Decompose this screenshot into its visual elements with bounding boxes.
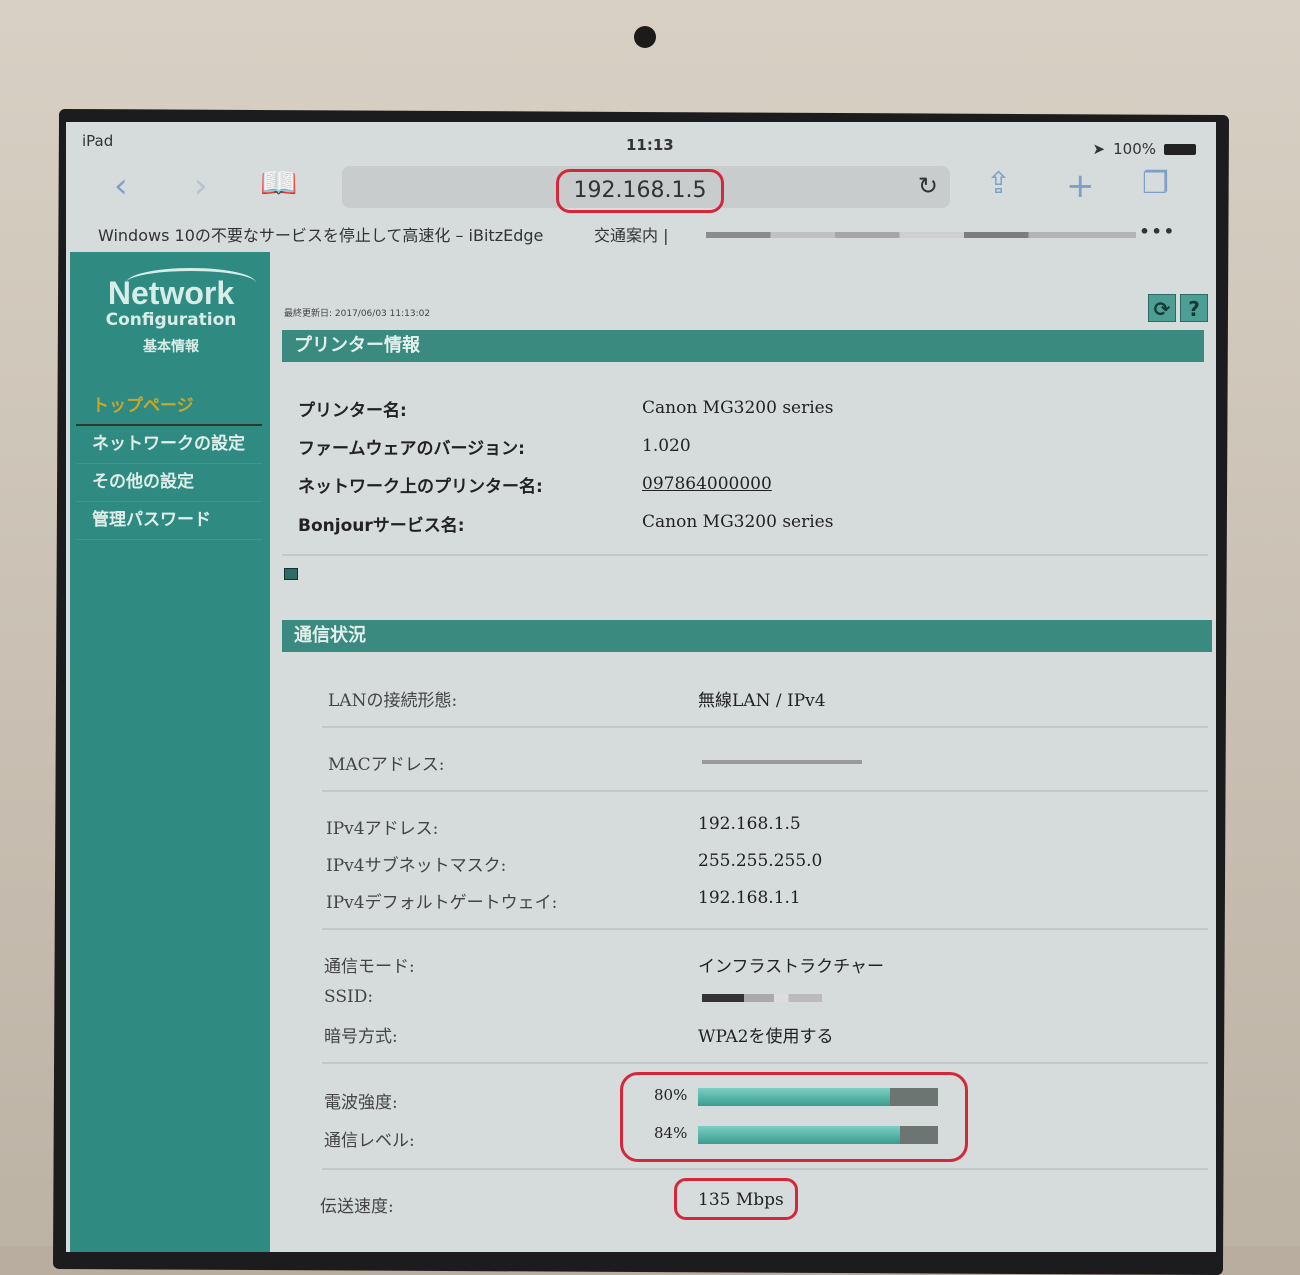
field-label: MACアドレス: [328,755,445,775]
firmware-version: 1.020 [642,436,691,456]
field-label: LANの接続形態: [328,691,458,711]
bonjour-name: Canon MG3200 series [642,512,834,532]
screen: iPad 11:13 ➤ 100% ‹ › 📖 192.168.1.5 ↻ ⇪ +… [66,122,1216,1252]
field-label: Bonjourサービス名: [298,516,465,536]
field-label: ネットワーク上のプリンター名: [298,477,543,497]
ipv4-address: 192.168.1.5 [698,814,801,834]
section-printer-info: プリンター情報 [282,330,1204,362]
bookmark-item[interactable]: Windows 10の不要なサービスを停止して高速化 – iBitzEdge [98,222,543,246]
section-comm-status: 通信状況 [282,620,1212,652]
nav-network-settings[interactable]: ネットワークの設定 [76,426,262,464]
field-label: 通信レベル: [324,1131,415,1151]
nav-admin-password[interactable]: 管理パスワード [76,502,262,540]
field-label: 通信モード: [324,957,415,977]
nav-top-page[interactable]: トップページ [76,388,262,426]
highlight-circle [674,1178,798,1220]
clock: 11:13 [626,136,674,154]
comm-mode: インフラストラクチャー [698,957,884,977]
bookmarks-bar: Windows 10の不要なサービスを停止して高速化 – iBitzEdge 交… [66,218,1216,252]
field-label: SSID: [324,987,374,1007]
field-label: プリンター名: [298,401,407,421]
ssid-redacted [702,994,822,1002]
main-content: 最終更新日: 2017/06/03 11:13:02 ⟳? プリンター情報 プリ… [278,252,1214,1252]
forward-icon[interactable]: › [194,166,208,206]
field-label: 暗号方式: [324,1027,398,1047]
field-label: 伝送速度: [320,1197,394,1217]
bookmark-item[interactable]: 交通案内 | [594,222,668,246]
encryption: WPA2を使用する [698,1027,834,1047]
bookmarks-icon[interactable]: 📖 [260,166,297,201]
battery-icon [1164,143,1196,155]
logo: Network Configuration 基本情報 [96,268,256,356]
lan-type: 無線LAN / IPv4 [698,691,826,711]
field-label: IPv4デフォルトゲートウェイ: [326,893,558,913]
refresh-button[interactable]: ⟳ [1148,294,1176,322]
nav-other-settings[interactable]: その他の設定 [76,464,262,502]
mac-address-redacted [702,760,862,764]
camera [634,26,656,48]
address-bar[interactable]: 192.168.1.5 ↻ [342,166,950,213]
network-printer-name-link[interactable]: 097864000000 [642,474,772,494]
help-button[interactable]: ? [1180,294,1208,322]
location-icon: ➤ [1092,140,1106,158]
status-bar: iPad 11:13 ➤ 100% [66,128,1216,158]
share-icon[interactable]: ⇪ [986,166,1011,201]
battery-percent: 100% [1113,140,1156,158]
sidebar-nav: トップページ ネットワークの設定 その他の設定 管理パスワード [76,388,262,540]
collapse-icon[interactable] [284,568,298,580]
blurred-bookmarks [706,232,1136,238]
browser-toolbar: ‹ › 📖 192.168.1.5 ↻ ⇪ + ❐ [66,158,1216,218]
subnet-mask: 255.255.255.0 [698,851,823,871]
new-tab-icon[interactable]: + [1066,166,1095,206]
default-gateway: 192.168.1.1 [698,888,801,908]
reload-icon[interactable]: ↻ [918,172,938,200]
highlight-circle [620,1072,968,1162]
field-label: IPv4アドレス: [326,819,439,839]
field-label: IPv4サブネットマスク: [326,856,507,876]
back-icon[interactable]: ‹ [114,166,128,206]
last-updated: 最終更新日: 2017/06/03 11:13:02 [284,309,431,319]
field-label: ファームウェアのバージョン: [298,439,525,459]
sidebar: Network Configuration 基本情報 トップページ ネットワーク… [70,252,270,1252]
tabs-icon[interactable]: ❐ [1142,166,1169,201]
field-label: 電波強度: [324,1093,398,1113]
printer-name: Canon MG3200 series [642,398,834,418]
url-text[interactable]: 192.168.1.5 [556,169,724,213]
device-name: iPad [82,132,114,150]
more-icon[interactable]: ••• [1139,222,1176,241]
